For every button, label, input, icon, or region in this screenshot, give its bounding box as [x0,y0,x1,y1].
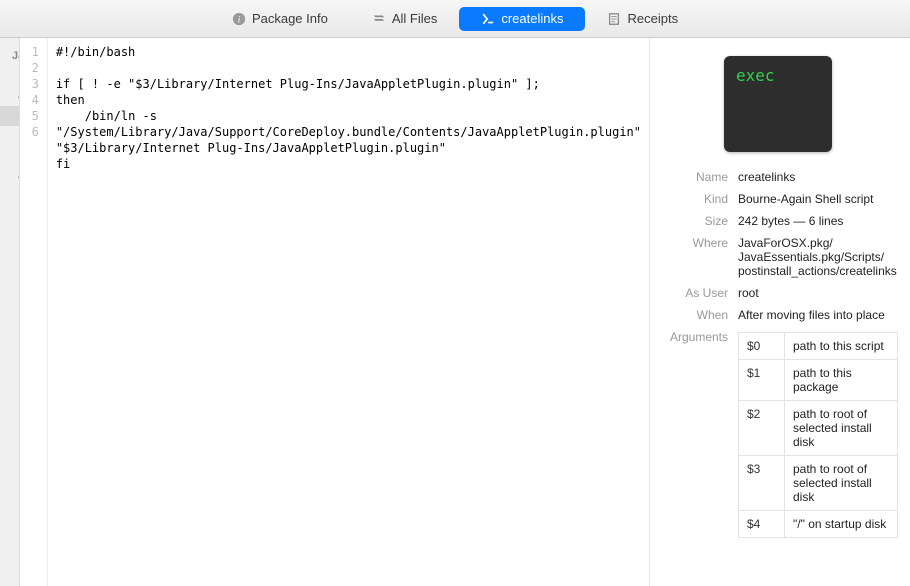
file-tree: postinstall ⌄ postinstall_actions create… [0,66,19,206]
tab-label: Receipts [627,11,678,26]
field-value: Bourne-Again Shell script [738,192,898,206]
sidebar-item-postinstall[interactable]: postinstall [0,66,19,86]
arg-name: $0 [739,333,785,360]
chevron-down-icon[interactable]: ⌄ [16,171,19,182]
main-area: JavaEssentials.pkg postinstall ⌄ postins… [0,38,910,586]
receipt-icon [607,12,621,26]
tab-label: Package Info [252,11,328,26]
field-label: Size [658,214,728,228]
sidebar-item-postinstall-actions[interactable]: ⌄ postinstall_actions [0,86,19,106]
script-icon [481,12,495,26]
field-label: Where [658,236,728,278]
field-value: JavaForOSX.pkg/ JavaEssentials.pkg/Scrip… [738,236,898,278]
arg-desc: path to root of selected install disk [785,401,898,456]
sidebar-item-cleanup-list[interactable]: cleanup-list [0,146,19,166]
tab-receipts[interactable]: Receipts [585,7,700,31]
arg-name: $2 [739,401,785,456]
sidebar-item-createlinks[interactable]: createlinks [0,106,20,126]
stack-icon [372,12,386,26]
field-value: root [738,286,898,300]
field-label: As User [658,286,728,300]
field-label: Kind [658,192,728,206]
info-circle-icon: i [232,12,246,26]
field-label: Name [658,170,728,184]
field-label: Arguments [658,330,728,344]
tab-bar: i Package Info All Files createlinks Rec… [6,7,904,31]
tab-package-info[interactable]: i Package Info [210,7,350,31]
file-thumbnail: exec [724,56,832,152]
table-row: $3path to root of selected install disk [739,456,898,511]
field-value: 242 bytes — 6 lines [738,214,898,228]
sidebar-item-deleteobsolete[interactable]: deleteObsolete… [0,126,20,146]
tab-createlinks[interactable]: createlinks [459,7,585,31]
table-row: $0path to this script [739,333,898,360]
arg-desc: path to root of selected install disk [785,456,898,511]
info-pane: exec Name createlinks Kind Bourne-Again Sh… [650,38,910,586]
arg-desc: path to this package [785,360,898,401]
arg-name: $1 [739,360,785,401]
sidebar-item-deleteomatic[interactable]: deleteomatic [0,186,20,206]
svg-text:i: i [238,14,241,25]
tab-all-files[interactable]: All Files [350,7,460,31]
field-value: After moving files into place [738,308,898,322]
table-row: $4"/" on startup disk [739,511,898,538]
code-text[interactable]: #!/bin/bash if [ ! -e "$3/Library/Intern… [48,38,649,586]
sidebar-item-tools[interactable]: ⌄ Tools [0,166,19,186]
line-number-gutter: 123456 [20,38,48,586]
arg-desc: path to this script [785,333,898,360]
field-value: createlinks [738,170,898,184]
arguments-table: $0path to this script$1path to this pack… [738,332,898,538]
thumbnail-text: exec [736,66,775,85]
chevron-down-icon[interactable]: ⌄ [16,91,19,102]
arg-desc: "/" on startup disk [785,511,898,538]
arg-name: $3 [739,456,785,511]
table-row: $1path to this package [739,360,898,401]
arguments-table-wrap: $0path to this script$1path to this pack… [738,330,898,538]
arg-name: $4 [739,511,785,538]
tab-label: createlinks [501,11,563,26]
content-area: 123456 #!/bin/bash if [ ! -e "$3/Library… [20,38,910,586]
field-label: When [658,308,728,322]
sidebar: JavaEssentials.pkg postinstall ⌄ postins… [0,38,20,586]
toolbar: i Package Info All Files createlinks Rec… [0,0,910,38]
table-row: $2path to root of selected install disk [739,401,898,456]
tab-label: All Files [392,11,438,26]
sidebar-header: JavaEssentials.pkg [0,44,20,66]
code-editor[interactable]: 123456 #!/bin/bash if [ ! -e "$3/Library… [20,38,650,586]
